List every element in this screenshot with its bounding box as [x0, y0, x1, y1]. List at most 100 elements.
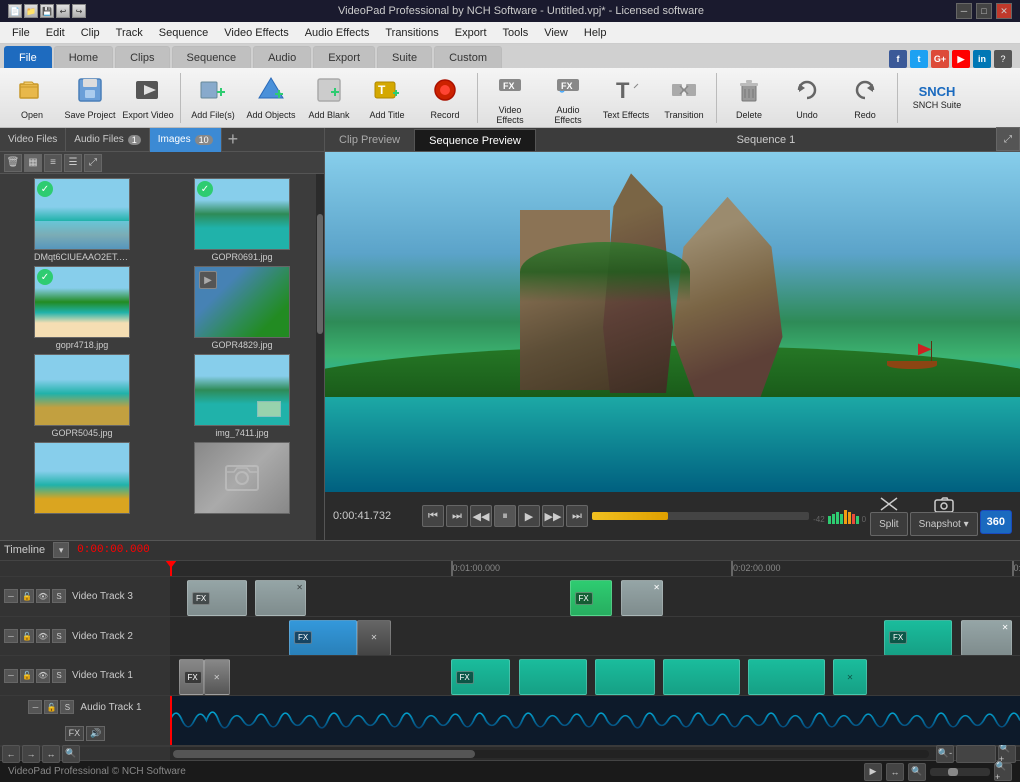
add-files-button[interactable]: Add File(s) [185, 71, 241, 125]
toolbar-icon-2[interactable]: 📁 [24, 4, 38, 18]
skip-start-button[interactable]: ⏮ [422, 505, 444, 527]
audio-effects-button[interactable]: FX Audio Effects [540, 71, 596, 125]
track-solo-btn[interactable]: S [52, 589, 66, 603]
horizontal-scrollbar[interactable] [173, 750, 929, 758]
tab-sequence[interactable]: Sequence [172, 46, 252, 68]
menu-view[interactable]: View [536, 22, 576, 44]
add-media-button[interactable]: + [222, 129, 245, 150]
tab-file[interactable]: File [4, 46, 52, 68]
track-mute-btn3[interactable]: ─ [4, 669, 18, 683]
export-video-button[interactable]: Export Video [120, 71, 176, 125]
tab-audio[interactable]: Audio [253, 46, 311, 68]
record-button[interactable]: Record [417, 71, 473, 125]
thumb-expand-btn[interactable]: ⤢ [84, 154, 102, 172]
track-solo-btn3[interactable]: S [52, 669, 66, 683]
social-twitter[interactable]: t [910, 50, 928, 68]
tab-home[interactable]: Home [54, 46, 113, 68]
open-button[interactable]: Open [4, 71, 60, 125]
clip-block[interactable]: ✕ [357, 620, 391, 656]
undo-button[interactable]: Undo [779, 71, 835, 125]
menu-clip[interactable]: Clip [73, 22, 108, 44]
list-item[interactable] [164, 442, 320, 516]
scroll-thumb[interactable] [173, 750, 475, 758]
maximize-button[interactable]: □ [976, 3, 992, 19]
social-linkedin[interactable]: in [973, 50, 991, 68]
menu-tools[interactable]: Tools [495, 22, 537, 44]
track-lock-btn2[interactable]: 🔓 [20, 629, 34, 643]
tab-images[interactable]: Images 10 [150, 128, 222, 152]
menu-track[interactable]: Track [108, 22, 151, 44]
add-title-button[interactable]: T Add Title [359, 71, 415, 125]
status-btn-4[interactable]: 🔍+ [994, 763, 1012, 781]
close-button[interactable]: ✕ [996, 3, 1012, 19]
thumb-grid-btn[interactable]: ▦ [24, 154, 42, 172]
clip-block[interactable]: ✕ [204, 659, 230, 695]
track-hide-btn[interactable]: 👁 [36, 589, 50, 603]
scroll-bar[interactable] [316, 174, 324, 540]
pause-button[interactable]: ⏸ [494, 505, 516, 527]
nch-suite-button[interactable]: SNCH SNCH Suite [902, 71, 972, 125]
help-button-icon[interactable]: ? [994, 50, 1012, 68]
menu-video-effects[interactable]: Video Effects [216, 22, 296, 44]
play-button[interactable]: ▶ [518, 505, 540, 527]
list-item[interactable]: img_7411.jpg [164, 354, 320, 438]
toolbar-icon-4[interactable]: ↩ [56, 4, 70, 18]
tab-clips[interactable]: Clips [115, 46, 169, 68]
zoom-out-btn[interactable]: 🔍- [936, 745, 954, 763]
btn-360[interactable]: 360 [980, 510, 1012, 534]
skip-end-button[interactable]: ⏭ [566, 505, 588, 527]
track-mute-btn2[interactable]: ─ [4, 629, 18, 643]
thumb-detail-btn[interactable]: ☰ [64, 154, 82, 172]
status-btn-3[interactable]: 🔍 [908, 763, 926, 781]
toolbar-icon-1[interactable]: 📄 [8, 4, 22, 18]
prev-frame-button[interactable]: ⏭̵ [446, 505, 468, 527]
track-hide-btn3[interactable]: 👁 [36, 669, 50, 683]
transition-button[interactable]: Transition [656, 71, 712, 125]
clip-block[interactable]: FX [179, 659, 205, 695]
clip-block[interactable]: FX [884, 620, 952, 656]
social-facebook[interactable]: f [889, 50, 907, 68]
list-item[interactable]: ▶ GOPR4829.jpg [164, 266, 320, 350]
audio-lock-btn[interactable]: 🔓 [44, 700, 58, 714]
clip-block[interactable]: FX [570, 580, 613, 616]
audio-mute-btn[interactable]: ─ [28, 700, 42, 714]
track-hide-btn2[interactable]: 👁 [36, 629, 50, 643]
scroll-thumb[interactable] [317, 214, 323, 334]
minimize-button[interactable]: ─ [956, 3, 972, 19]
clip-preview-tab[interactable]: Clip Preview [325, 129, 414, 151]
audio-speaker-badge[interactable]: 🔊 [86, 726, 105, 741]
clip-block[interactable] [519, 659, 587, 695]
rewind-button[interactable]: ◀◀ [470, 505, 492, 527]
clip-block[interactable]: ✕ [621, 580, 664, 616]
clip-block[interactable]: ✕ [833, 659, 867, 695]
add-blank-button[interactable]: Add Blank [301, 71, 357, 125]
list-item[interactable]: GOPR5045.jpg [4, 354, 160, 438]
tab-video-files[interactable]: Video Files [0, 128, 66, 152]
timeline-dropdown[interactable]: ▾ [53, 542, 69, 558]
tab-custom[interactable]: Custom [434, 46, 502, 68]
delete-button[interactable]: Delete [721, 71, 777, 125]
bottom-btn-3[interactable]: ↔ [42, 745, 60, 763]
social-google[interactable]: G+ [931, 50, 949, 68]
clip-block[interactable]: FX [451, 659, 511, 695]
text-effects-button[interactable]: T Text Effects [598, 71, 654, 125]
audio-solo-btn[interactable]: S [60, 700, 74, 714]
status-btn-2[interactable]: ↔ [886, 763, 904, 781]
status-btn-1[interactable]: ▶ [864, 763, 882, 781]
next-frame-button[interactable]: ▶▶ [542, 505, 564, 527]
save-project-button[interactable]: Save Project [62, 71, 118, 125]
snapshot-button[interactable]: Snapshot ▾ [910, 512, 978, 536]
list-item[interactable]: ✓ gopr4718.jpg [4, 266, 160, 350]
social-youtube[interactable]: ▶ [952, 50, 970, 68]
audio-fx-badge[interactable]: FX [65, 726, 85, 741]
toolbar-icon-5[interactable]: ↪ [72, 4, 86, 18]
menu-export[interactable]: Export [447, 22, 495, 44]
add-objects-button[interactable]: Add Objects [243, 71, 299, 125]
bottom-btn-4[interactable]: 🔍 [62, 745, 80, 763]
bottom-btn-1[interactable]: ← [2, 745, 20, 763]
track-lock-btn3[interactable]: 🔓 [20, 669, 34, 683]
menu-transitions[interactable]: Transitions [377, 22, 446, 44]
menu-sequence[interactable]: Sequence [151, 22, 217, 44]
clip-block[interactable]: ✕ [961, 620, 1012, 656]
progress-bar[interactable] [592, 512, 809, 520]
